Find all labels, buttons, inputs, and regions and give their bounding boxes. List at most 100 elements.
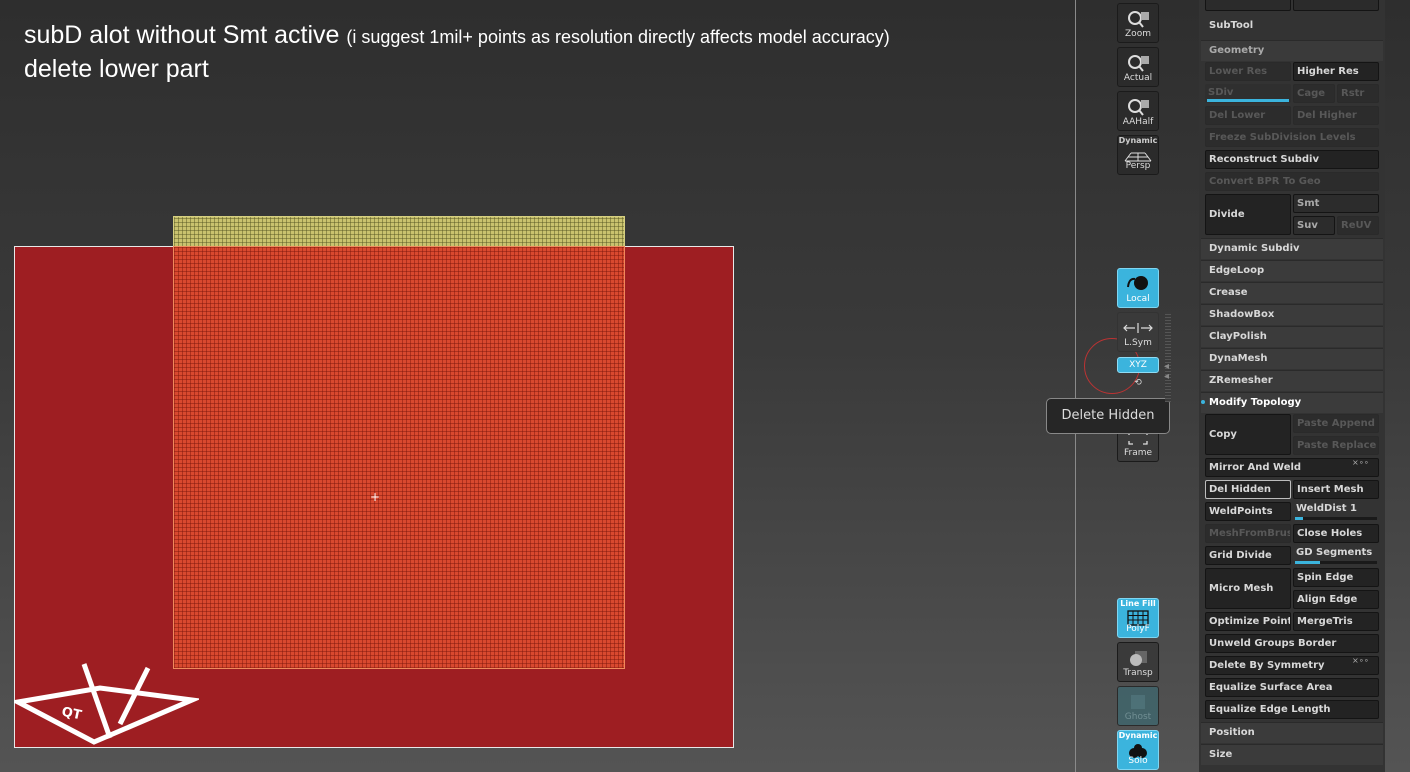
- modify-topology-header[interactable]: Modify Topology: [1201, 392, 1383, 413]
- zoom-label: Zoom: [1125, 29, 1151, 39]
- higher-res-button[interactable]: Higher Res: [1293, 62, 1379, 81]
- welddist-track: [1295, 517, 1377, 520]
- welddist-label: WeldDist 1: [1296, 503, 1357, 514]
- cage-button[interactable]: Cage: [1293, 84, 1335, 103]
- unweld-groups-border-button[interactable]: Unweld Groups Border: [1205, 634, 1379, 653]
- rotate-y-icon[interactable]: ⟲: [1117, 378, 1159, 388]
- modify-topology-label: Modify Topology: [1209, 397, 1302, 408]
- panel-dock-handle[interactable]: [1165, 312, 1171, 402]
- spin-edge-button[interactable]: Spin Edge: [1293, 568, 1379, 587]
- gd-segments-track: [1295, 561, 1377, 564]
- dynamesh-header[interactable]: DynaMesh: [1201, 348, 1383, 369]
- optimize-points-button[interactable]: Optimize Points: [1205, 612, 1291, 631]
- claypolish-label: ClayPolish: [1209, 331, 1267, 342]
- micro-mesh-button[interactable]: Micro Mesh: [1205, 568, 1291, 609]
- aahalf-icon: [1118, 97, 1158, 117]
- reuv-button[interactable]: ReUV: [1337, 216, 1379, 235]
- subtool-header[interactable]: SubTool: [1201, 16, 1383, 37]
- zoom-button[interactable]: Zoom: [1117, 3, 1159, 43]
- position-header[interactable]: Position: [1201, 722, 1383, 743]
- solo-button[interactable]: Dynamic Solo: [1117, 730, 1159, 770]
- mergetris-button[interactable]: MergeTris: [1293, 612, 1379, 631]
- actual-icon: [1118, 53, 1158, 73]
- shadowbox-header[interactable]: ShadowBox: [1201, 304, 1383, 325]
- xyz-button[interactable]: XYZ: [1117, 357, 1159, 373]
- del-lower-button[interactable]: Del Lower: [1205, 106, 1291, 125]
- tutorial-caption: subD alot without Smt active (i suggest …: [24, 20, 890, 86]
- persp-button[interactable]: Dynamic Persp: [1117, 135, 1159, 175]
- active-section-dot-icon: [1201, 400, 1205, 404]
- divide-button[interactable]: Divide: [1205, 194, 1291, 235]
- crosshair-icon: +: [370, 490, 381, 504]
- claypolish-header[interactable]: ClayPolish: [1201, 326, 1383, 347]
- zremesher-label: ZRemesher: [1209, 375, 1273, 386]
- edgeloop-header[interactable]: EdgeLoop: [1201, 260, 1383, 281]
- persp-label: Persp: [1125, 161, 1151, 171]
- rstr-button[interactable]: Rstr: [1337, 84, 1379, 103]
- frame-label: Frame: [1123, 448, 1153, 458]
- meshfrombrush-button[interactable]: MeshFromBrush: [1205, 524, 1291, 543]
- copy-button[interactable]: Copy: [1205, 414, 1291, 455]
- zremesher-header[interactable]: ZRemesher: [1201, 370, 1383, 391]
- ghost-button[interactable]: Ghost: [1117, 686, 1159, 726]
- del-higher-button[interactable]: Del Higher: [1293, 106, 1379, 125]
- actual-button[interactable]: Actual: [1117, 47, 1159, 87]
- dynamic-tag-2: Dynamic: [1118, 731, 1158, 740]
- sdiv-label: SDiv: [1208, 87, 1234, 98]
- top-cutoff-button-1[interactable]: [1205, 0, 1291, 11]
- geometry-header[interactable]: Geometry: [1201, 40, 1383, 61]
- caption-line-2: delete lower part: [24, 55, 209, 83]
- smt-toggle[interactable]: Smt: [1293, 194, 1379, 213]
- transparency-icon: [1118, 648, 1158, 668]
- watermark-logo: QT: [10, 660, 202, 754]
- lsym-button[interactable]: L.Sym: [1117, 312, 1159, 352]
- close-holes-button[interactable]: Close Holes: [1293, 524, 1379, 543]
- aahalf-label: AAHalf: [1122, 117, 1154, 127]
- align-edge-button[interactable]: Align Edge: [1293, 590, 1379, 609]
- solo-label: Solo: [1128, 756, 1148, 766]
- zoom-icon: [1118, 9, 1158, 29]
- caption-line-1: subD alot without Smt active (i suggest …: [24, 20, 890, 52]
- gd-segments-fill: [1295, 561, 1320, 564]
- actual-label: Actual: [1123, 73, 1153, 83]
- geometry-label: Geometry: [1209, 45, 1265, 56]
- grid-divide-button[interactable]: Grid Divide: [1205, 546, 1291, 565]
- equalize-edge-length-button[interactable]: Equalize Edge Length: [1205, 700, 1379, 719]
- paste-append-button[interactable]: Paste Append: [1293, 414, 1379, 433]
- polyf-button[interactable]: Line Fill PolyF: [1117, 598, 1159, 638]
- dynamic-tag: Dynamic: [1118, 136, 1158, 145]
- lower-res-button[interactable]: Lower Res: [1205, 62, 1291, 81]
- axis-toggle-icon[interactable]: ×∘∘: [1352, 458, 1369, 467]
- paste-replace-button[interactable]: Paste Replace: [1293, 436, 1379, 455]
- insert-mesh-button[interactable]: Insert Mesh: [1293, 480, 1379, 499]
- del-hidden-button[interactable]: Del Hidden: [1205, 480, 1291, 499]
- mesh-hidden-strip[interactable]: [173, 216, 625, 247]
- dock-arrow-icon[interactable]: ◂ ◂: [1164, 362, 1169, 382]
- transp-button[interactable]: Transp: [1117, 642, 1159, 682]
- aahalf-button[interactable]: AAHalf: [1117, 91, 1159, 131]
- size-header[interactable]: Size: [1201, 744, 1383, 765]
- edgeloop-label: EdgeLoop: [1209, 265, 1265, 276]
- sdiv-fill: [1207, 99, 1289, 102]
- equalize-surface-area-button[interactable]: Equalize Surface Area: [1205, 678, 1379, 697]
- top-cutoff-button-2[interactable]: [1293, 0, 1379, 11]
- sdiv-track: [1207, 99, 1289, 102]
- dynamic-subdiv-header[interactable]: Dynamic Subdiv: [1201, 238, 1383, 259]
- mesh-visible-grid[interactable]: [173, 246, 625, 669]
- local-button[interactable]: Local: [1117, 268, 1159, 308]
- position-label: Position: [1209, 727, 1255, 738]
- lsym-label: L.Sym: [1124, 338, 1152, 348]
- polyf-label: PolyF: [1126, 624, 1150, 634]
- suv-toggle[interactable]: Suv: [1293, 216, 1335, 235]
- caption-main: subD alot without Smt active: [24, 21, 340, 49]
- ghost-label: Ghost: [1124, 712, 1152, 722]
- weldpoints-button[interactable]: WeldPoints: [1205, 502, 1291, 521]
- crease-header[interactable]: Crease: [1201, 282, 1383, 303]
- convert-bpr-button[interactable]: Convert BPR To Geo: [1205, 172, 1379, 191]
- freeze-subdivision-button[interactable]: Freeze SubDivision Levels: [1205, 128, 1379, 147]
- reconstruct-subdiv-button[interactable]: Reconstruct Subdiv: [1205, 150, 1379, 169]
- line-fill-tag: Line Fill: [1120, 599, 1156, 608]
- tooltip-text: Delete Hidden: [1061, 408, 1155, 423]
- symmetry-axis-icon[interactable]: ×∘∘: [1352, 656, 1369, 665]
- transp-label: Transp: [1123, 668, 1153, 678]
